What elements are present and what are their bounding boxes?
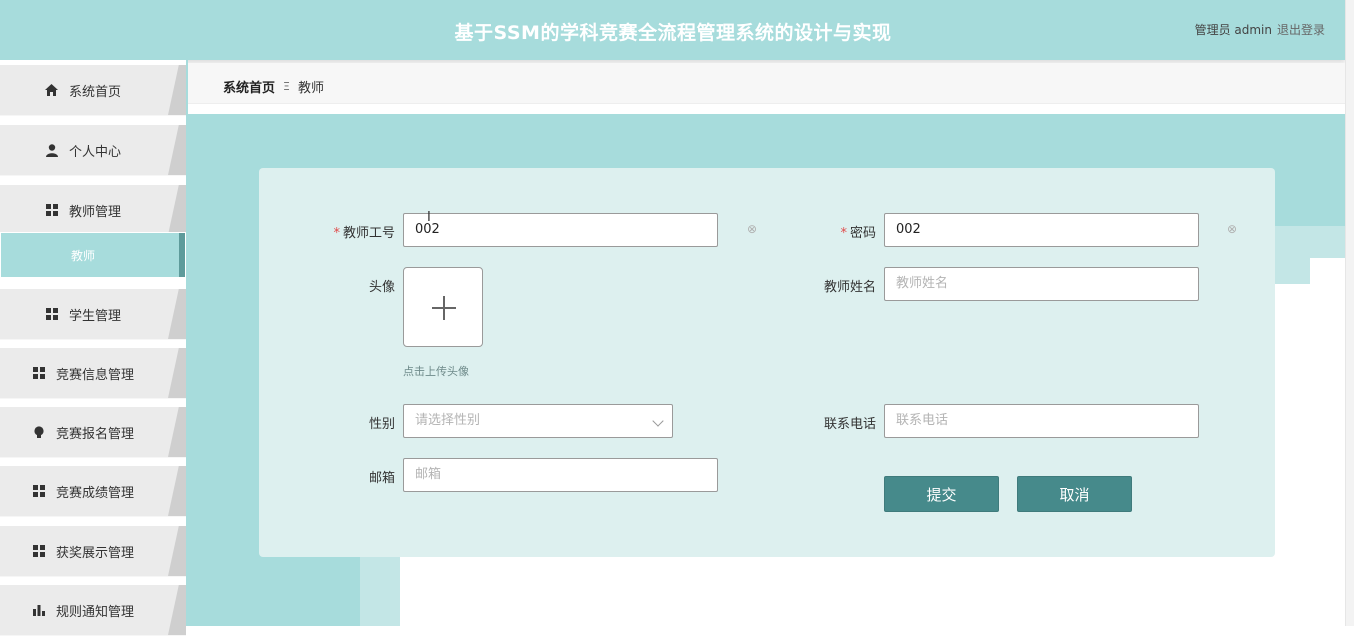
- sidebar-item-label: 教师: [70, 248, 95, 263]
- decor-step-white: [1310, 258, 1346, 284]
- menu-wedge: [168, 125, 186, 175]
- cancel-button[interactable]: 取消: [1017, 476, 1132, 512]
- sidebar: 系统首页 个人中心 教师管理 教师 学生管理 竞赛信息管理 竞赛报名管理 竞赛成…: [0, 60, 188, 636]
- grid-icon: [45, 203, 59, 217]
- bar-chart-icon: [32, 603, 46, 617]
- sidebar-item-competition-registration[interactable]: 竞赛报名管理: [0, 407, 186, 458]
- email-input[interactable]: 邮箱: [403, 458, 718, 492]
- teacher-id-label: * 教师工号: [333, 226, 395, 241]
- grid-icon: [32, 484, 46, 498]
- teacher-name-label: 教师姓名: [823, 280, 876, 295]
- breadcrumb-separator: Ξ: [283, 80, 290, 93]
- top-header: 基于SSM的学科竞赛全流程管理系统的设计与实现 管理员 admin 退出登录: [0, 0, 1346, 60]
- grid-icon: [32, 544, 46, 558]
- sidebar-item-teacher-management[interactable]: 教师管理: [0, 185, 186, 236]
- plus-icon-vertical: [443, 296, 445, 320]
- sidebar-subitem-teacher[interactable]: 教师: [0, 232, 186, 278]
- avatar-label: 头像: [368, 280, 395, 295]
- phone-label: 联系电话: [823, 417, 876, 432]
- logout-link[interactable]: 退出登录: [1277, 21, 1325, 38]
- menu-wedge: [168, 526, 186, 576]
- sidebar-item-awards-display[interactable]: 获奖展示管理: [0, 526, 186, 577]
- grid-icon: [32, 366, 46, 380]
- sidebar-item-label: 系统首页: [68, 84, 121, 100]
- app-title: 基于SSM的学科竞赛全流程管理系统的设计与实现: [454, 22, 892, 44]
- grid-icon: [45, 307, 59, 321]
- sidebar-item-label: 竞赛报名管理: [55, 426, 134, 442]
- breadcrumb-current: 教师: [297, 81, 324, 96]
- clear-icon[interactable]: ⊗: [746, 223, 758, 235]
- phone-input[interactable]: 联系电话: [884, 404, 1199, 438]
- sidebar-item-competition-info[interactable]: 竞赛信息管理: [0, 348, 186, 399]
- avatar-upload[interactable]: [403, 267, 483, 347]
- sidebar-item-label: 获奖展示管理: [55, 545, 134, 561]
- gender-label: 性别: [368, 417, 395, 432]
- avatar-upload-hint[interactable]: 点击上传头像: [403, 363, 469, 379]
- teacher-id-input[interactable]: 002: [403, 213, 718, 247]
- breadcrumb-home[interactable]: 系统首页: [223, 77, 275, 96]
- chevron-down-icon: [652, 415, 664, 427]
- email-label: 邮箱: [368, 471, 395, 486]
- menu-wedge: [168, 185, 186, 235]
- clear-icon[interactable]: ⊗: [1226, 223, 1238, 235]
- gender-select-placeholder: 请选择性别: [415, 413, 481, 428]
- submit-button[interactable]: 提交: [884, 476, 999, 512]
- sidebar-item-label: 个人中心: [68, 144, 121, 160]
- teacher-name-input[interactable]: 教师姓名: [884, 267, 1199, 301]
- user-icon: [45, 143, 59, 157]
- sidebar-item-profile[interactable]: 个人中心: [0, 125, 186, 176]
- sidebar-item-label: 规则通知管理: [55, 604, 134, 620]
- sidebar-item-label: 竞赛信息管理: [55, 367, 134, 383]
- breadcrumb: 系统首页 Ξ 教师: [188, 63, 1346, 104]
- sidebar-item-label: 竞赛成绩管理: [55, 485, 134, 501]
- text-cursor-icon: I: [427, 210, 431, 225]
- sidebar-item-home[interactable]: 系统首页: [0, 65, 186, 116]
- teacher-form: * 教师工号 002 I ⊗ * 密码 002 ⊗ 头像 点击上传头像 教师姓名 教…: [259, 168, 1275, 557]
- gender-select[interactable]: 请选择性别: [403, 404, 673, 438]
- menu-wedge: [168, 407, 186, 457]
- password-input[interactable]: 002: [884, 213, 1199, 247]
- password-label: * 密码: [840, 226, 876, 241]
- menu-wedge: [168, 585, 186, 635]
- menu-wedge: [168, 65, 186, 115]
- sidebar-item-label: 教师管理: [68, 204, 121, 220]
- active-indicator: [179, 233, 185, 277]
- sidebar-item-rules-notice[interactable]: 规则通知管理: [0, 585, 186, 636]
- main-right-white: [1275, 284, 1346, 626]
- sidebar-item-label: 学生管理: [68, 308, 121, 324]
- current-user: 管理员 admin: [1194, 23, 1272, 37]
- sidebar-item-student-management[interactable]: 学生管理: [0, 289, 186, 340]
- home-icon: [45, 83, 59, 97]
- bulb-icon: [32, 425, 46, 439]
- menu-wedge: [168, 466, 186, 516]
- sidebar-item-competition-scores[interactable]: 竞赛成绩管理: [0, 466, 186, 517]
- scrollbar[interactable]: [1345, 0, 1354, 626]
- menu-wedge: [168, 289, 186, 339]
- menu-wedge: [168, 348, 186, 398]
